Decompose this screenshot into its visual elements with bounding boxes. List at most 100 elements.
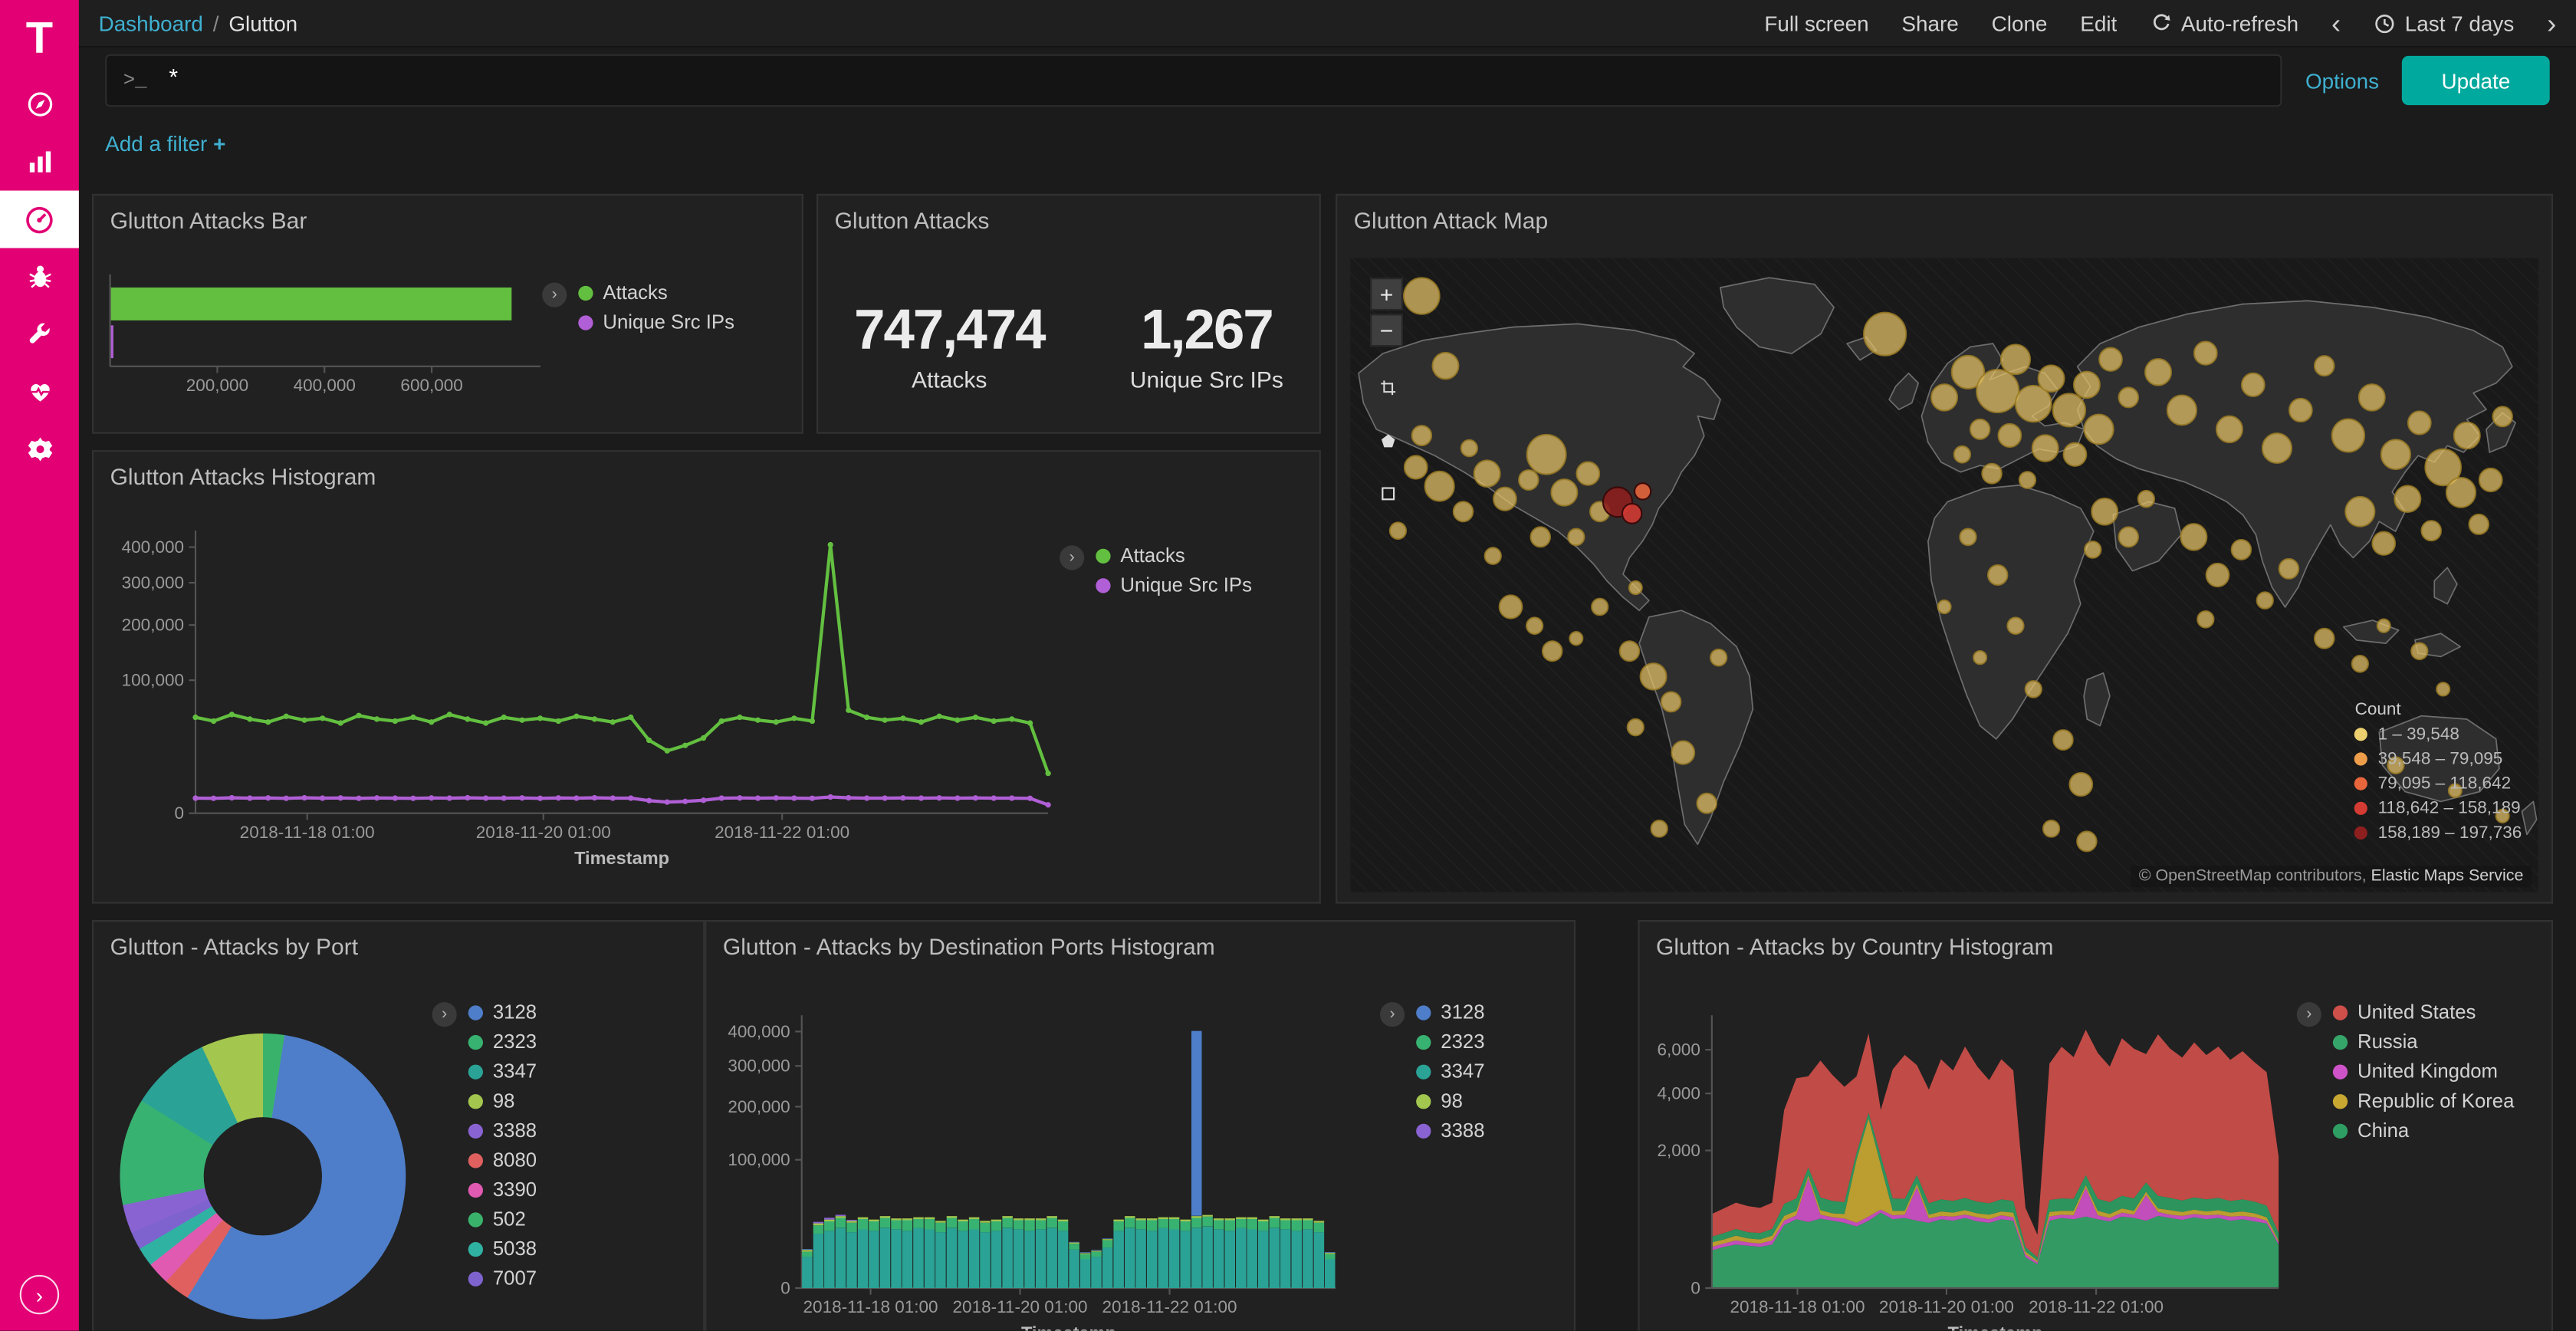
map-legend-label: 118,642 – 158,189 bbox=[2378, 798, 2521, 818]
auto-refresh-button[interactable]: Auto-refresh bbox=[2150, 11, 2298, 35]
legend-item-republic-of-korea[interactable]: Republic of Korea bbox=[2333, 1089, 2515, 1112]
chevron-right-icon: › bbox=[36, 1283, 43, 1307]
time-forward-button[interactable]: › bbox=[2547, 9, 2556, 37]
legend-color-dot bbox=[578, 314, 593, 329]
legend-item-2323[interactable]: 2323 bbox=[1416, 1030, 1484, 1053]
legend-color-dot bbox=[468, 1211, 483, 1226]
svg-text:400,000: 400,000 bbox=[122, 537, 184, 557]
legend-color-dot bbox=[1416, 1123, 1431, 1138]
auto-refresh-label: Auto-refresh bbox=[2181, 11, 2298, 35]
legend-toggle-icon[interactable]: › bbox=[1380, 1002, 1405, 1027]
svg-text:2018-11-22 01:00: 2018-11-22 01:00 bbox=[2029, 1297, 2164, 1316]
rectangle-icon bbox=[1380, 481, 1396, 505]
legend-label: China bbox=[2358, 1119, 2409, 1142]
legend-items: 3128 2323 3347 98 3388 8080 3390 502 5038 7007 bbox=[468, 1001, 537, 1290]
legend-item-3390[interactable]: 3390 bbox=[468, 1178, 537, 1201]
legend: › 3128 2323 3347 98 3388 8080 3390 502 5038 7007 bbox=[432, 1001, 537, 1290]
menu-item-share[interactable]: Share bbox=[1901, 11, 1958, 35]
zoom-out-button[interactable]: − bbox=[1370, 314, 1403, 347]
polygon-select-button[interactable] bbox=[1370, 422, 1406, 458]
sidebar-item-dashboard[interactable] bbox=[0, 191, 79, 248]
legend-item-502[interactable]: 502 bbox=[468, 1208, 537, 1231]
legend-item-russia[interactable]: Russia bbox=[2333, 1030, 2515, 1053]
sidebar-item-bar-chart[interactable] bbox=[0, 133, 79, 191]
panel-title: Glutton Attacks Bar bbox=[94, 196, 802, 240]
time-range-picker[interactable]: Last 7 days bbox=[2374, 11, 2514, 35]
sidebar-item-heartbeat[interactable] bbox=[0, 363, 79, 421]
legend-label: 5038 bbox=[493, 1237, 537, 1260]
legend-item-5038[interactable]: 5038 bbox=[468, 1237, 537, 1260]
map-legend-title: Count bbox=[2355, 700, 2522, 720]
attacks-line-chart: 0100,000200,000300,000400,0002018-11-18 … bbox=[100, 495, 1070, 899]
legend-color-dot bbox=[2333, 1123, 2348, 1138]
sidebar-item-wrench[interactable] bbox=[0, 306, 79, 363]
panel-title: Glutton Attacks Histogram bbox=[94, 452, 1319, 496]
osm-attribution[interactable]: © OpenStreetMap contributors, bbox=[2139, 867, 2367, 886]
port-donut-chart[interactable] bbox=[120, 1034, 406, 1319]
legend-toggle-icon[interactable]: › bbox=[542, 283, 567, 307]
update-button[interactable]: Update bbox=[2402, 56, 2550, 105]
legend-label: Unique Src IPs bbox=[603, 311, 734, 334]
legend-color-dot bbox=[2333, 1004, 2348, 1019]
legend-color-dot bbox=[468, 1093, 483, 1108]
ems-attribution[interactable]: Elastic Maps Service bbox=[2371, 867, 2524, 886]
legend-item-3388[interactable]: 3388 bbox=[1416, 1119, 1484, 1142]
zoom-in-button[interactable]: + bbox=[1370, 278, 1403, 311]
legend-items: United States Russia United Kingdom Republi… bbox=[2333, 1001, 2515, 1142]
legend-item-unique-src-ips[interactable]: Unique Src IPs bbox=[1096, 573, 1252, 596]
menu-item-clone[interactable]: Clone bbox=[1992, 11, 2048, 35]
legend-item-unique-src-ips[interactable]: Unique Src IPs bbox=[578, 311, 734, 334]
legend-item-united-kingdom[interactable]: United Kingdom bbox=[2333, 1060, 2515, 1083]
legend-label: Attacks bbox=[603, 281, 667, 304]
legend-label: Russia bbox=[2358, 1030, 2418, 1053]
metric-unique-src-ips: 1,267Unique Src IPs bbox=[1130, 299, 1283, 393]
map-legend-label: 39,548 – 79,095 bbox=[2378, 749, 2503, 769]
svg-text:200,000: 200,000 bbox=[728, 1097, 790, 1116]
fit-data-bounds-button[interactable] bbox=[1370, 370, 1406, 406]
legend-item-attacks[interactable]: Attacks bbox=[1096, 544, 1252, 567]
legend-item-2323[interactable]: 2323 bbox=[468, 1030, 537, 1053]
svg-text:0: 0 bbox=[1691, 1279, 1700, 1298]
legend-item-7007[interactable]: 7007 bbox=[468, 1267, 537, 1290]
legend-color-dot bbox=[468, 1123, 483, 1138]
sidebar-item-gear[interactable] bbox=[0, 421, 79, 478]
legend-item-china[interactable]: China bbox=[2333, 1119, 2515, 1142]
svg-text:0: 0 bbox=[174, 804, 184, 823]
query-input[interactable] bbox=[163, 66, 2264, 96]
add-filter-link[interactable]: Add a filter + bbox=[105, 130, 225, 155]
rectangle-select-button[interactable] bbox=[1370, 475, 1406, 511]
legend-item-3128[interactable]: 3128 bbox=[468, 1001, 537, 1024]
legend-item-98[interactable]: 98 bbox=[468, 1089, 537, 1112]
sidebar-item-bug[interactable] bbox=[0, 248, 79, 306]
query-options-link[interactable]: Options bbox=[2305, 68, 2379, 93]
time-back-button[interactable]: ‹ bbox=[2331, 9, 2341, 37]
legend-toggle-icon[interactable]: › bbox=[2297, 1002, 2321, 1027]
legend-item-3347[interactable]: 3347 bbox=[468, 1060, 537, 1083]
menu-item-full-screen[interactable]: Full screen bbox=[1764, 11, 1868, 35]
svg-text:400,000: 400,000 bbox=[728, 1022, 790, 1041]
legend-item-3347[interactable]: 3347 bbox=[1416, 1060, 1484, 1083]
map-count-legend: Count 1 – 39,54839,548 – 79,09579,095 – … bbox=[2355, 700, 2522, 843]
map-legend-label: 79,095 – 118,642 bbox=[2378, 774, 2512, 794]
legend-item-united-states[interactable]: United States bbox=[2333, 1001, 2515, 1024]
legend-toggle-icon[interactable]: › bbox=[1060, 545, 1084, 570]
world-map[interactable]: + − bbox=[1350, 258, 2538, 892]
query-input-container[interactable]: >_ bbox=[105, 54, 2282, 107]
legend-color-dot bbox=[468, 1064, 483, 1079]
sidebar-expand-button[interactable]: › bbox=[20, 1275, 59, 1314]
legend-color-dot bbox=[468, 1241, 483, 1256]
legend-item-3128[interactable]: 3128 bbox=[1416, 1001, 1484, 1024]
breadcrumb-current-page: Glutton bbox=[228, 11, 297, 35]
sidebar-nav bbox=[0, 76, 79, 478]
sidebar-item-compass[interactable] bbox=[0, 76, 79, 133]
kibana-dashboard: T › Dashboard / Glutton Full screenShare… bbox=[0, 0, 2576, 1331]
legend-color-dot bbox=[1416, 1034, 1431, 1049]
legend-item-98[interactable]: 98 bbox=[1416, 1089, 1484, 1112]
menu-item-edit[interactable]: Edit bbox=[2080, 11, 2117, 35]
legend-item-3388[interactable]: 3388 bbox=[468, 1119, 537, 1142]
legend-item-8080[interactable]: 8080 bbox=[468, 1149, 537, 1172]
breadcrumb-dashboard-link[interactable]: Dashboard bbox=[99, 11, 203, 35]
time-range-label: Last 7 days bbox=[2405, 11, 2515, 35]
legend-toggle-icon[interactable]: › bbox=[432, 1002, 457, 1027]
legend-item-attacks[interactable]: Attacks bbox=[578, 281, 734, 304]
